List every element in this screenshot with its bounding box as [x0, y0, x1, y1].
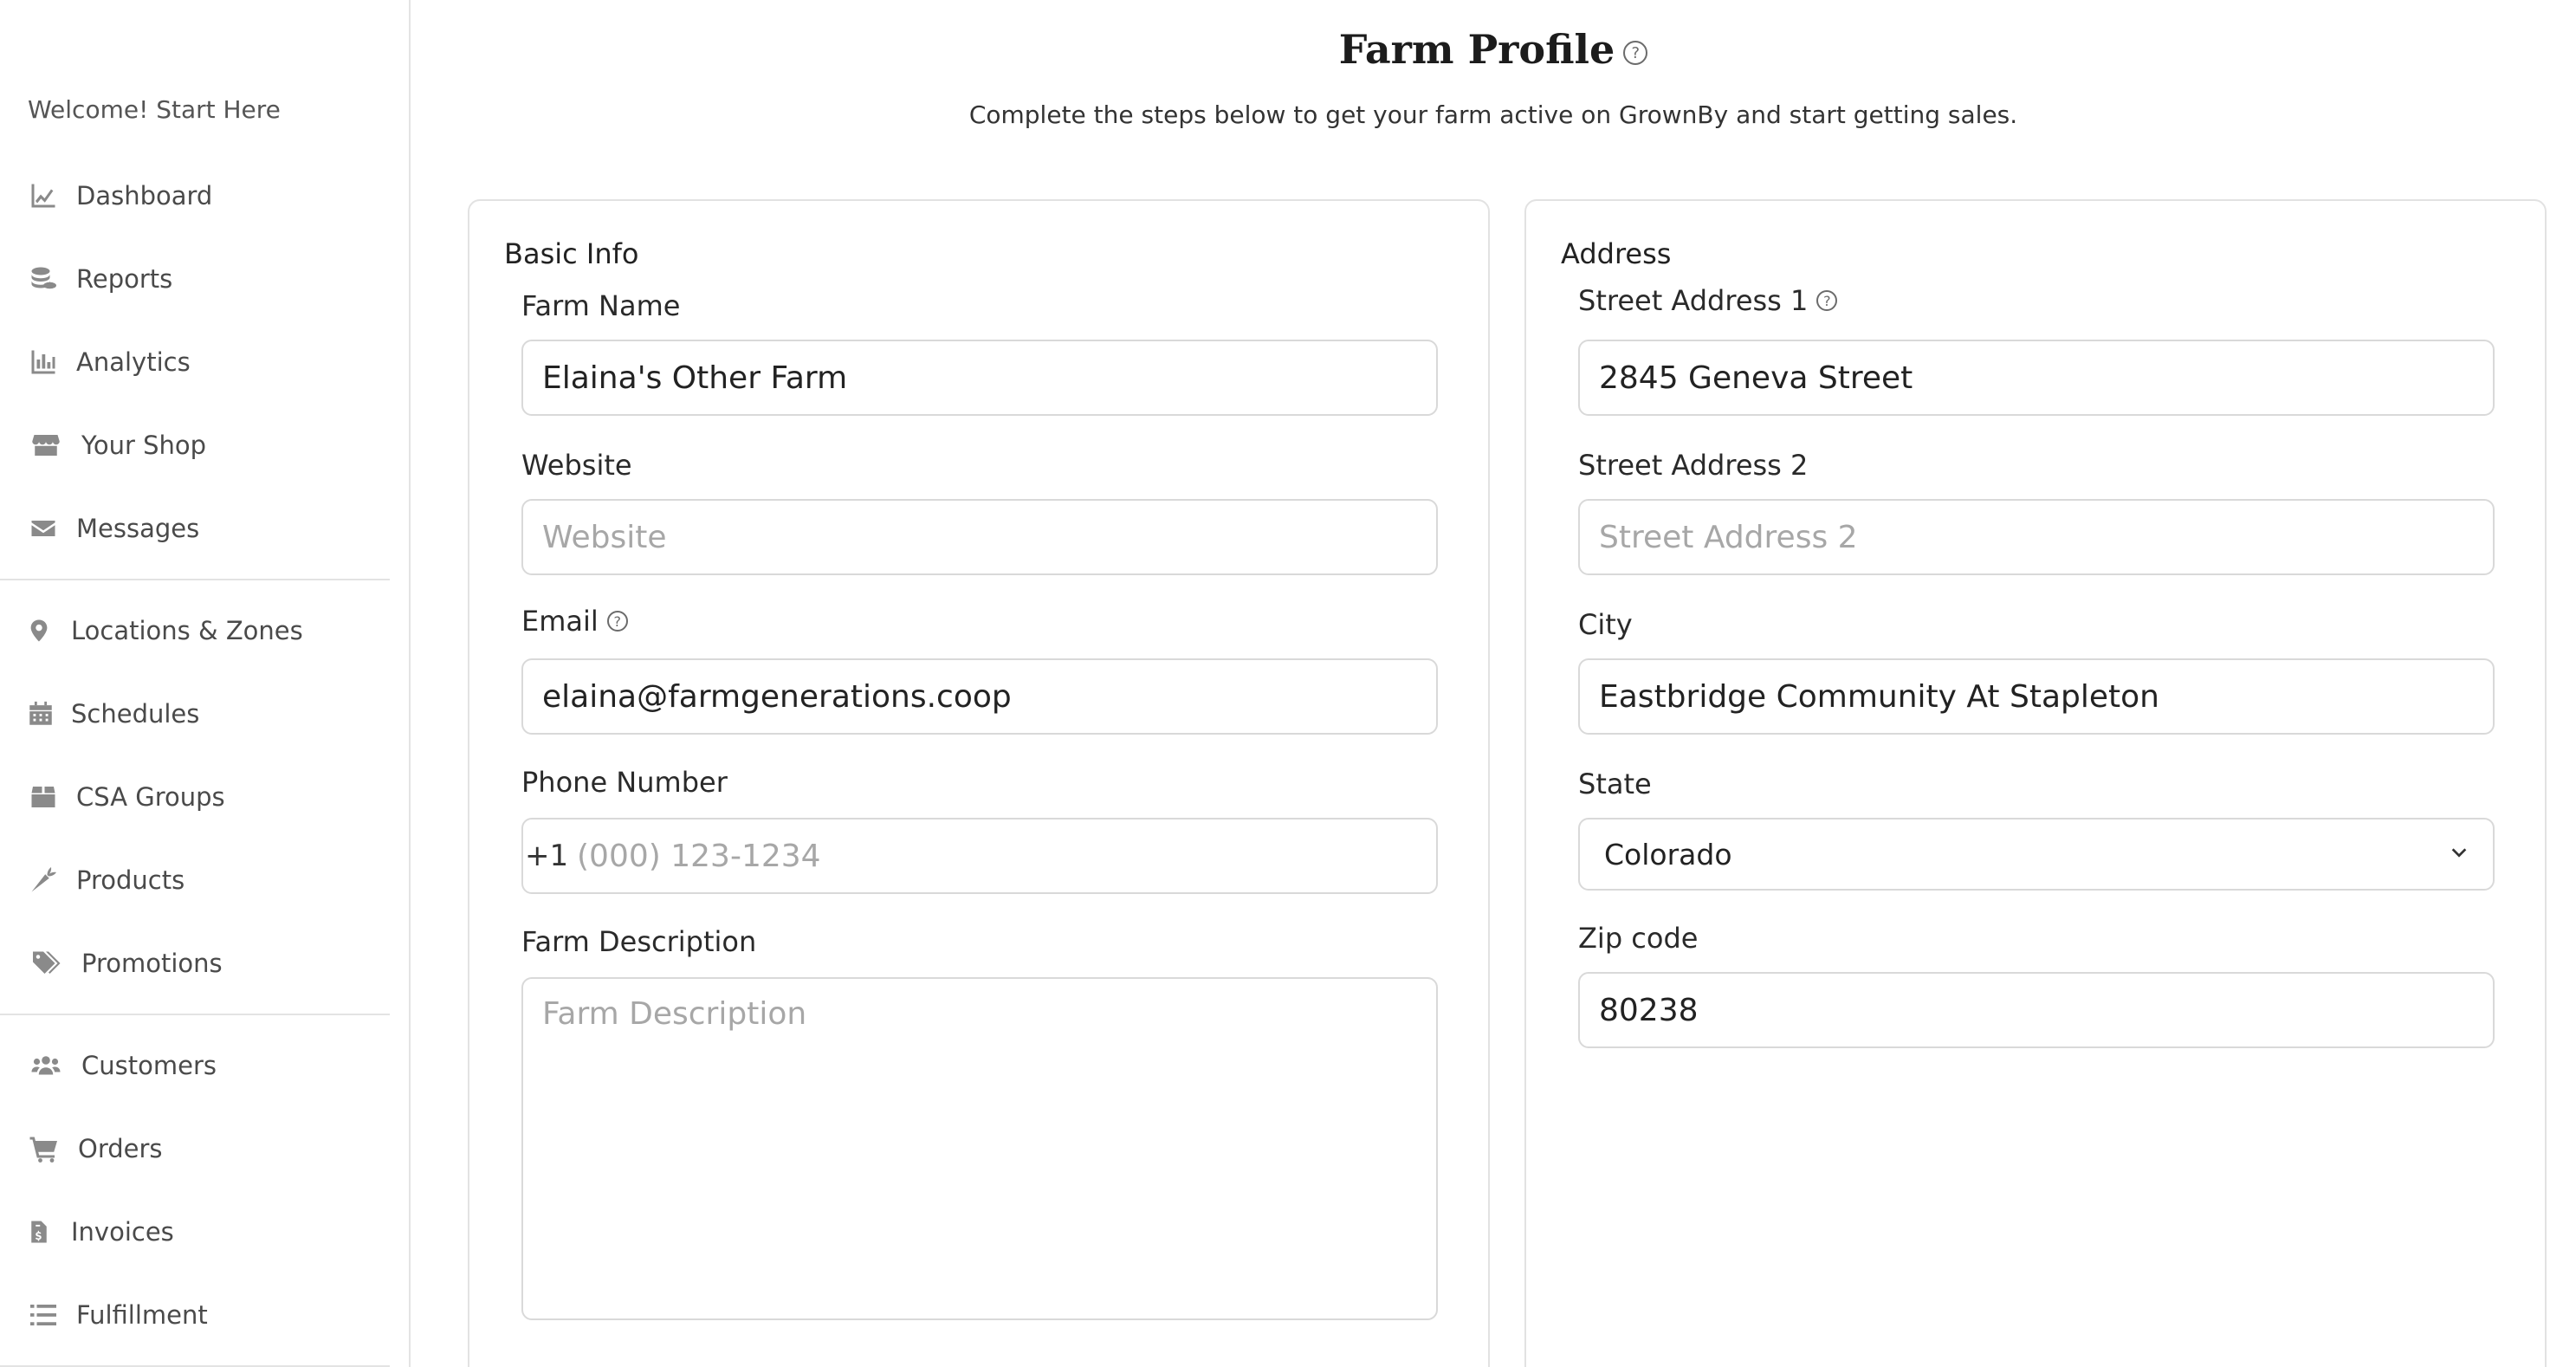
state-label: State	[1578, 768, 1652, 800]
sidebar-item-invoices[interactable]: Invoices	[26, 1206, 174, 1258]
sidebar-item-label: Customers	[81, 1051, 217, 1080]
page-title: Farm Profile?	[411, 26, 2576, 73]
farm-description-textarea[interactable]	[521, 977, 1438, 1320]
sidebar-item-label: Your Shop	[81, 431, 207, 460]
street1-input[interactable]	[1578, 340, 2495, 416]
city-label-text: City	[1578, 608, 1633, 641]
sidebar-item-label: Invoices	[71, 1217, 174, 1247]
farm-description-label-text: Farm Description	[521, 925, 757, 958]
state-label-text: State	[1578, 768, 1652, 800]
page-title-text: Farm Profile	[1338, 26, 1615, 73]
coins-icon	[26, 262, 61, 296]
state-select-value: Colorado	[1604, 837, 1732, 871]
sidebar-item-dashboard[interactable]: Dashboard	[26, 170, 212, 222]
zip-input[interactable]	[1578, 972, 2495, 1048]
sidebar-welcome-link[interactable]: Welcome! Start Here	[28, 95, 281, 124]
sidebar-item-schedules[interactable]: Schedules	[26, 688, 199, 740]
sidebar-item-products[interactable]: Products	[26, 854, 184, 906]
phone-label-text: Phone Number	[521, 766, 728, 799]
sidebar-item-fulfillment[interactable]: Fulfillment	[26, 1289, 208, 1341]
street1-label: Street Address 1 ?	[1578, 284, 1838, 317]
chevron-down-icon	[2450, 843, 2469, 865]
sidebar-item-label: Schedules	[71, 699, 200, 729]
sidebar-item-label: CSA Groups	[76, 782, 225, 812]
sidebar-item-label: Products	[76, 865, 185, 895]
website-input[interactable]	[521, 499, 1438, 575]
email-label: Email ?	[521, 605, 628, 638]
sidebar-item-label: Promotions	[81, 949, 223, 978]
sidebar-item-your-shop[interactable]: Your Shop	[26, 419, 206, 471]
help-icon[interactable]: ?	[1816, 290, 1838, 311]
cart-icon	[26, 1131, 62, 1166]
chart-line-icon	[26, 178, 61, 213]
email-label-text: Email	[521, 605, 599, 638]
address-title: Address	[1561, 237, 1672, 270]
basic-info-title: Basic Info	[504, 237, 639, 270]
map-pin-icon	[26, 613, 52, 648]
sidebar-item-orders[interactable]: Orders	[26, 1123, 163, 1175]
phone-country-prefix[interactable]: +1	[523, 839, 575, 873]
calendar-icon	[26, 696, 55, 731]
sidebar-item-label: Dashboard	[76, 181, 213, 211]
sidebar-item-reports[interactable]: Reports	[26, 253, 172, 305]
page-subtitle: Complete the steps below to get your far…	[968, 100, 2018, 129]
sidebar-item-label: Locations & Zones	[71, 616, 303, 645]
website-label: Website	[521, 449, 632, 482]
sidebar-item-label: Reports	[76, 264, 173, 294]
tags-icon	[26, 946, 66, 981]
state-select[interactable]: Colorado	[1578, 818, 2495, 891]
help-icon[interactable]: ?	[606, 611, 628, 632]
zip-label-text: Zip code	[1578, 922, 1699, 955]
street2-label-text: Street Address 2	[1578, 449, 1809, 482]
carrot-icon	[26, 863, 61, 897]
website-label-text: Website	[521, 449, 632, 482]
sidebar-item-csa-groups[interactable]: CSA Groups	[26, 771, 225, 823]
app-root: Welcome! Start Here Dashboard Reports An…	[0, 0, 2576, 1367]
sidebar-item-label: Messages	[76, 514, 200, 543]
street1-label-text: Street Address 1	[1578, 284, 1809, 317]
sidebar-item-label: Orders	[78, 1134, 163, 1163]
sidebar-divider	[0, 579, 390, 580]
envelope-icon	[26, 511, 61, 546]
city-label: City	[1578, 608, 1633, 641]
street2-label: Street Address 2	[1578, 449, 1808, 482]
phone-field: +1	[521, 818, 1438, 894]
address-card: Address Street Address 1 ? Street Addres…	[1524, 199, 2547, 1367]
city-input[interactable]	[1578, 658, 2495, 735]
invoice-icon	[26, 1215, 52, 1249]
phone-input[interactable]	[575, 820, 1436, 891]
zip-label: Zip code	[1578, 922, 1698, 955]
store-icon	[26, 428, 66, 463]
sidebar: Welcome! Start Here Dashboard Reports An…	[0, 0, 411, 1367]
email-input[interactable]	[521, 658, 1438, 735]
sidebar-item-customers[interactable]: Customers	[26, 1040, 217, 1092]
list-icon	[26, 1298, 61, 1332]
sidebar-item-label: Fulfillment	[76, 1300, 208, 1330]
box-icon	[26, 780, 61, 814]
farm-name-input[interactable]	[521, 340, 1438, 416]
sidebar-item-messages[interactable]: Messages	[26, 502, 199, 554]
street2-input[interactable]	[1578, 499, 2495, 575]
bar-chart-icon	[26, 345, 61, 379]
sidebar-item-locations-zones[interactable]: Locations & Zones	[26, 605, 303, 657]
help-icon[interactable]: ?	[1623, 41, 1648, 65]
sidebar-item-promotions[interactable]: Promotions	[26, 937, 223, 989]
basic-info-card: Basic Info Farm Name Website Email ? Pho…	[468, 199, 1490, 1367]
sidebar-item-analytics[interactable]: Analytics	[26, 336, 191, 388]
farm-name-label: Farm Name	[521, 289, 680, 322]
sidebar-item-label: Analytics	[76, 347, 191, 377]
users-icon	[26, 1048, 66, 1083]
farm-description-label: Farm Description	[521, 925, 756, 958]
sidebar-divider	[0, 1014, 390, 1015]
farm-name-label-text: Farm Name	[521, 289, 681, 322]
phone-label: Phone Number	[521, 766, 728, 799]
